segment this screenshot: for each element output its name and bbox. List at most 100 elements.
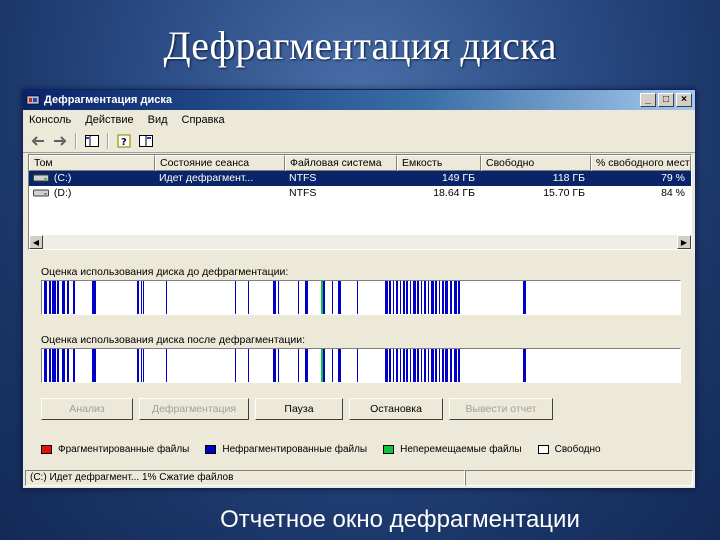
cluster-block: [67, 349, 69, 382]
hard-drive-icon: [33, 189, 49, 197]
cluster-block: [458, 281, 460, 314]
legend-swatch-contiguous: [205, 445, 217, 454]
cluster-block: [431, 281, 434, 314]
cluster-block: [406, 281, 408, 314]
cluster-block: [445, 281, 448, 314]
cluster-block: [421, 281, 422, 314]
cluster-block: [52, 281, 56, 314]
scroll-left-icon[interactable]: ◀: [29, 235, 43, 249]
cluster-block: [523, 349, 526, 382]
cluster-block: [235, 349, 236, 382]
cluster-block: [298, 281, 299, 314]
cluster-block: [62, 349, 65, 382]
cluster-block: [439, 349, 440, 382]
volume-row-c[interactable]: (C:) Идет дефрагмент... NTFS 149 ГБ 118 …: [29, 171, 691, 186]
horizontal-scrollbar[interactable]: ◀ ▶: [29, 235, 691, 249]
cluster-block: [166, 349, 167, 382]
menu-help[interactable]: Справка: [182, 114, 225, 126]
file-system: NTFS: [289, 172, 317, 184]
cluster-block: [52, 349, 56, 382]
legend-item: Неперемещаемые файлы: [383, 444, 522, 455]
cluster-block: [248, 281, 249, 314]
defragment-button[interactable]: Дефрагментация: [139, 398, 249, 420]
status-panel-empty: [465, 470, 693, 486]
cluster-block: [417, 349, 419, 382]
cluster-block: [523, 281, 526, 314]
before-usage-map: [41, 280, 681, 315]
cluster-block: [450, 281, 452, 314]
column-session-state[interactable]: Состояние сеанса: [155, 155, 285, 171]
help-icon[interactable]: ?: [115, 133, 133, 149]
cluster-block: [454, 281, 457, 314]
cluster-block: [143, 349, 144, 382]
minimize-button[interactable]: _: [640, 93, 656, 107]
slide-caption: Отчетное окно дефрагментации: [220, 506, 580, 533]
menu-view[interactable]: Вид: [148, 114, 168, 126]
column-file-system[interactable]: Файловая система: [285, 155, 397, 171]
cluster-block: [450, 349, 452, 382]
cluster-block: [442, 349, 444, 382]
session-state: Идет дефрагмент...: [159, 172, 254, 184]
status-bar: (C:) Идет дефрагмент... 1% Сжатие файлов: [25, 470, 693, 486]
defrag-window: Дефрагментация диска _ □ × Консоль Дейст…: [22, 89, 696, 489]
stop-button[interactable]: Остановка: [349, 398, 443, 420]
back-arrow-icon[interactable]: [29, 133, 47, 149]
cluster-block: [44, 349, 47, 382]
cluster-block: [413, 349, 416, 382]
forward-arrow-icon[interactable]: [51, 133, 69, 149]
console-tree-icon[interactable]: [83, 133, 101, 149]
toolbar: ?: [23, 130, 695, 153]
cluster-block: [410, 349, 411, 382]
column-capacity[interactable]: Емкость: [397, 155, 481, 171]
menu-bar: Консоль Действие Вид Справка: [23, 110, 695, 130]
title-bar[interactable]: Дефрагментация диска _ □ ×: [23, 90, 695, 110]
cluster-block: [57, 349, 59, 382]
cluster-block: [357, 349, 358, 382]
legend-item: Нефрагментированные файлы: [205, 444, 367, 455]
close-button[interactable]: ×: [676, 93, 692, 107]
properties-icon[interactable]: [137, 133, 155, 149]
cluster-block: [403, 349, 405, 382]
cluster-block: [324, 349, 325, 382]
toolbar-separator: [75, 133, 77, 149]
cluster-block: [49, 349, 51, 382]
window-title: Дефрагментация диска: [44, 94, 173, 106]
column-free[interactable]: Свободно: [481, 155, 591, 171]
column-volume[interactable]: Том: [29, 155, 155, 171]
action-buttons: Анализ Дефрагментация Пауза Остановка Вы…: [41, 398, 559, 420]
pause-button[interactable]: Пауза: [255, 398, 343, 420]
cluster-block: [332, 349, 333, 382]
view-report-button[interactable]: Вывести отчет: [449, 398, 553, 420]
cluster-block: [166, 281, 167, 314]
cluster-block: [421, 349, 422, 382]
scroll-right-icon[interactable]: ▶: [677, 235, 691, 249]
cluster-block: [431, 349, 434, 382]
column-percent-free[interactable]: % свободного мест: [591, 155, 691, 171]
cluster-block: [385, 349, 388, 382]
menu-action[interactable]: Действие: [85, 114, 133, 126]
scrollbar-track[interactable]: [43, 235, 677, 249]
cluster-block: [338, 349, 341, 382]
unmovable-block: [321, 281, 323, 314]
percent-free: 79 %: [661, 172, 685, 184]
before-analysis-label: Оценка использования диска до дефрагмент…: [41, 266, 289, 278]
cluster-block: [92, 281, 96, 314]
cluster-block: [400, 281, 401, 314]
cluster-block: [141, 349, 142, 382]
free-space: 15.70 ГБ: [543, 187, 585, 199]
legend-swatch-free: [537, 445, 549, 454]
cluster-block: [305, 281, 308, 314]
after-analysis-label: Оценка использования диска после дефрагм…: [41, 334, 306, 346]
legend-item: Фрагментированные файлы: [41, 444, 189, 455]
cluster-block: [400, 349, 401, 382]
maximize-button[interactable]: □: [658, 93, 674, 107]
cluster-block: [389, 281, 391, 314]
cluster-block: [273, 281, 276, 314]
analyze-button[interactable]: Анализ: [41, 398, 133, 420]
menu-console[interactable]: Консоль: [29, 114, 71, 126]
svg-text:?: ?: [121, 137, 127, 148]
cluster-block: [73, 281, 75, 314]
volume-row-d[interactable]: (D:) NTFS 18.64 ГБ 15.70 ГБ 84 %: [29, 186, 691, 201]
cluster-block: [137, 349, 139, 382]
file-system: NTFS: [289, 187, 317, 199]
